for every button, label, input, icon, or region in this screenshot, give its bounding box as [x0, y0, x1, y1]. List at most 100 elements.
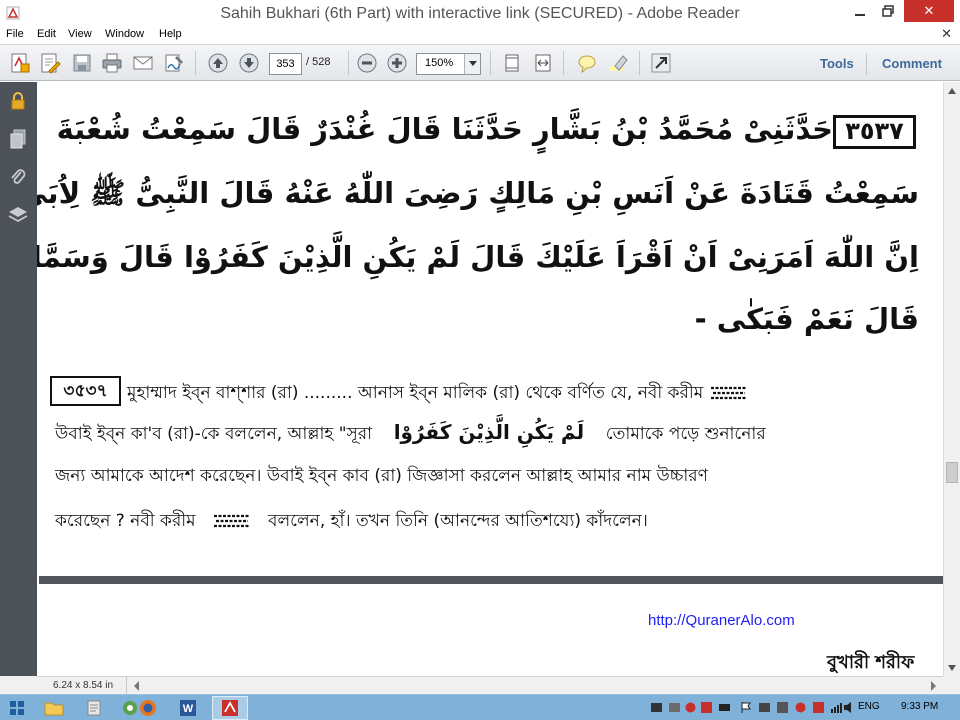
- tray-icon[interactable]: [718, 701, 731, 714]
- website-link[interactable]: http://QuranerAlo.com: [648, 612, 795, 629]
- sign-button[interactable]: [162, 51, 186, 75]
- vertical-scrollbar[interactable]: [943, 82, 960, 676]
- page-total-label: / 528: [306, 56, 331, 68]
- close-document-icon[interactable]: ✕: [941, 26, 952, 43]
- bengali-text: মুহাম্মাদ ইব্‌ন বাশ্‌শার (রা) ......... …: [127, 383, 704, 403]
- speech-bubble-icon: [578, 55, 596, 74]
- tray-icon[interactable]: [650, 701, 663, 714]
- arabic-text-line: اِنَّ اللّٰهَ اَمَرَنِىْ اَنْ اَقْرَاَ ع…: [37, 240, 919, 274]
- network-icon[interactable]: [830, 701, 843, 714]
- highlight-button[interactable]: [606, 51, 630, 75]
- triangle-up-icon: [948, 87, 956, 94]
- navigation-pane: [0, 82, 37, 676]
- arabic-text-line: حَدَّثَنِىْ مُحَمَّدُ بْنُ بَشَّارٍ حَدَ…: [56, 112, 833, 146]
- page-thumbnails-button[interactable]: [7, 128, 29, 150]
- fit-page-button[interactable]: [500, 51, 524, 75]
- create-pdf-icon: [11, 53, 30, 73]
- bengali-text-line: উবাই ইব্‌ন কা'ব (রা)-কে বললেন, আল্লাহ "স…: [55, 420, 766, 449]
- menu-window[interactable]: Window: [105, 26, 144, 44]
- arabic-hadith-number: ٣٥٣٧: [833, 115, 916, 149]
- inline-arabic-verse: لَمْ يَكُنِ الَّذِيْنَ كَفَرُوْا: [393, 420, 585, 444]
- maximize-button[interactable]: [874, 0, 902, 22]
- restore-icon: [882, 5, 894, 17]
- email-button[interactable]: [131, 51, 155, 75]
- create-pdf-button[interactable]: [8, 51, 32, 75]
- previous-page-button[interactable]: [206, 51, 230, 75]
- zoom-dropdown-button[interactable]: [464, 54, 480, 74]
- comment-pane-button[interactable]: Comment: [882, 56, 942, 71]
- tray-icon[interactable]: [668, 701, 681, 714]
- toolbar-separator: [195, 51, 196, 75]
- window-title: Sahih Bukhari (6th Part) with interactiv…: [220, 5, 740, 22]
- input-language[interactable]: ENG: [858, 701, 880, 712]
- read-mode-button[interactable]: [649, 51, 673, 75]
- windows-logo-icon: [10, 701, 24, 715]
- tray-icon[interactable]: [776, 701, 789, 714]
- envelope-icon: [133, 56, 153, 70]
- menu-edit[interactable]: Edit: [37, 26, 56, 44]
- arrow-down-circle-icon: [239, 53, 259, 73]
- bengali-text-line: মুহাম্মাদ ইব্‌ন বাশ্‌শার (রা) ......... …: [127, 380, 749, 408]
- adobe-reader-window: Sahih Bukhari (6th Part) with interactiv…: [0, 0, 960, 720]
- zoom-select[interactable]: 150%: [416, 53, 481, 75]
- folder-icon: [44, 702, 64, 716]
- attachments-button[interactable]: [7, 166, 29, 188]
- bengali-text-line: জন্য আমাকে আদেশ করেছেন। উবাই ইব্‌ন কাব (…: [55, 466, 708, 486]
- taskbar-word[interactable]: W: [170, 696, 206, 720]
- notes-app-icon: [87, 700, 101, 716]
- menu-file[interactable]: File: [6, 26, 24, 44]
- scroll-left-icon[interactable]: [131, 679, 143, 693]
- zoom-value: 150%: [425, 57, 454, 69]
- taskbar-firefox[interactable]: [130, 696, 166, 720]
- close-icon: ✕: [923, 3, 935, 19]
- flag-icon[interactable]: [740, 701, 753, 714]
- menu-help[interactable]: Help: [159, 26, 182, 44]
- bengali-text: উবাই ইব্‌ন কা'ব (রা)-কে বললেন, আল্লাহ "স…: [55, 424, 373, 444]
- title-bar: Sahih Bukhari (6th Part) with interactiv…: [0, 0, 960, 27]
- bengali-hadith-number: ৩৫৩৭: [50, 376, 121, 406]
- windows-taskbar: W ENG 9:33 PM: [0, 694, 960, 720]
- tray-icon[interactable]: [794, 701, 807, 714]
- zoom-in-button[interactable]: [385, 51, 409, 75]
- close-button[interactable]: ✕: [904, 0, 954, 22]
- scroll-down-button[interactable]: [944, 659, 960, 676]
- pages-icon: [10, 129, 26, 149]
- security-panel-button[interactable]: [7, 90, 29, 112]
- taskbar-app-notes[interactable]: [76, 696, 112, 720]
- tray-icon[interactable]: [812, 701, 825, 714]
- menu-bar: File Edit View Window Help ✕: [0, 26, 960, 44]
- menu-view[interactable]: View: [68, 26, 92, 44]
- tray-icon[interactable]: [700, 701, 713, 714]
- page-boundary: [39, 576, 943, 584]
- layers-button[interactable]: [7, 204, 29, 226]
- add-comment-button[interactable]: [575, 51, 599, 75]
- toolbar-separator: [563, 51, 564, 75]
- toolbar-separator: [639, 51, 640, 75]
- zoom-out-button[interactable]: [355, 51, 379, 75]
- bengali-text: বললেন, হাঁ। তখন তিনি (আনন্দের আতিশয্যে) …: [268, 511, 648, 531]
- tray-icon[interactable]: [684, 701, 697, 714]
- start-button[interactable]: [2, 696, 32, 720]
- minimize-button[interactable]: [846, 0, 874, 22]
- next-page-button[interactable]: [237, 51, 261, 75]
- save-button[interactable]: [70, 51, 94, 75]
- taskbar-adobe-reader[interactable]: [212, 696, 248, 720]
- print-button[interactable]: [100, 51, 124, 75]
- status-corner: [0, 676, 37, 694]
- edit-pdf-button[interactable]: [38, 51, 62, 75]
- taskbar-file-explorer[interactable]: [36, 696, 72, 720]
- scroll-right-icon[interactable]: [927, 679, 939, 693]
- scroll-thumb[interactable]: [946, 462, 958, 483]
- page-number-input[interactable]: [269, 53, 302, 75]
- full-screen-button[interactable]: [531, 51, 555, 75]
- system-clock[interactable]: 9:33 PM: [901, 701, 938, 712]
- bengali-text: করেছেন ? নবী করীম: [55, 511, 196, 531]
- tools-pane-button[interactable]: Tools: [820, 56, 854, 71]
- fit-page-icon: [505, 54, 519, 72]
- document-view[interactable]: ٣٥٣٧ حَدَّثَنِىْ مُحَمَّدُ بْنُ بَشَّارٍ…: [37, 82, 943, 676]
- tray-icon[interactable]: [758, 701, 771, 714]
- volume-icon[interactable]: [843, 701, 856, 714]
- triangle-down-icon: [948, 664, 956, 671]
- minus-circle-icon: [357, 53, 377, 73]
- scroll-up-button[interactable]: [944, 82, 960, 99]
